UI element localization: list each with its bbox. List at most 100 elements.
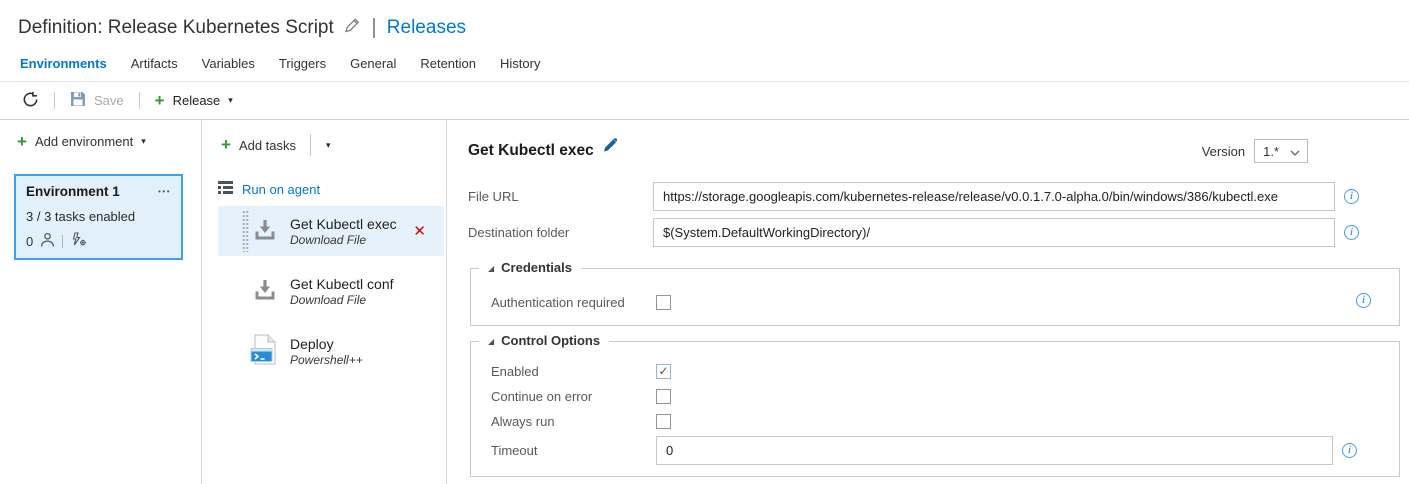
task-item-deploy[interactable]: Deploy Powershell++ <box>218 326 444 376</box>
task-type: Download File <box>290 233 397 247</box>
release-label: Release <box>173 93 221 108</box>
timeout-row: Timeout i <box>471 436 1399 465</box>
always-run-label: Always run <box>491 414 656 429</box>
control-options-section: ◢ Control Options Enabled ✓ Continue on … <box>470 341 1400 477</box>
info-icon[interactable]: i <box>1344 225 1359 240</box>
save-label: Save <box>94 93 124 108</box>
task-name: Deploy <box>290 336 363 352</box>
download-file-icon <box>253 278 277 304</box>
authentication-required-checkbox[interactable] <box>656 295 671 310</box>
task-editor-title: Get Kubectl exec <box>468 142 594 160</box>
add-tasks-split-button: + Add tasks ▾ <box>221 134 446 156</box>
environment-name: Environment 1 <box>26 184 120 199</box>
page-header: Definition: Release Kubernetes Script Re… <box>0 0 1409 82</box>
authentication-required-label: Authentication required <box>491 295 656 310</box>
destination-folder-row: Destination folder i <box>468 218 1409 247</box>
info-icon[interactable]: i <box>1342 443 1357 458</box>
tab-general[interactable]: General <box>350 56 396 71</box>
tab-retention[interactable]: Retention <box>420 56 476 71</box>
plus-icon: + <box>17 135 27 149</box>
run-on-agent-group[interactable]: Run on agent <box>218 181 446 197</box>
chevron-down-icon: ▾ <box>228 96 233 105</box>
info-icon[interactable]: i <box>1356 293 1371 308</box>
plus-icon: + <box>155 94 165 108</box>
environments-panel: + Add environment ▾ Environment 1 ••• 3 … <box>0 120 202 484</box>
control-options-title: Control Options <box>501 333 600 348</box>
info-icon[interactable]: i <box>1344 189 1359 204</box>
task-item-get-kubectl-exec[interactable]: Get Kubectl exec Download File ✕ <box>218 206 444 256</box>
meta-divider <box>62 235 63 248</box>
task-item-get-kubectl-conf[interactable]: Get Kubectl conf Download File <box>218 266 444 316</box>
title-row: Definition: Release Kubernetes Script Re… <box>18 14 1409 42</box>
timeout-label: Timeout <box>491 443 656 458</box>
check-icon: ✓ <box>658 365 668 377</box>
add-environment-label: Add environment <box>35 134 133 149</box>
add-tasks-label: Add tasks <box>239 138 296 153</box>
more-options-icon[interactable]: ••• <box>158 187 171 196</box>
tasks-panel: + Add tasks ▾ Run on agent <box>202 120 447 484</box>
task-name: Get Kubectl exec <box>290 216 397 232</box>
edit-definition-name-icon[interactable] <box>343 16 361 37</box>
download-file-icon <box>253 218 277 244</box>
split-button-divider <box>310 134 311 156</box>
run-on-agent-label: Run on agent <box>242 182 320 197</box>
drag-handle[interactable] <box>242 210 249 252</box>
collapse-section-icon: ◢ <box>488 264 494 273</box>
tab-triggers[interactable]: Triggers <box>279 56 326 71</box>
version-value: 1.* <box>1263 144 1279 159</box>
save-icon <box>70 91 86 110</box>
refresh-button[interactable] <box>22 91 39 111</box>
destination-folder-input[interactable] <box>653 218 1335 247</box>
always-run-row: Always run <box>471 414 1399 429</box>
task-text: Deploy Powershell++ <box>290 336 363 367</box>
approvals-count: 0 <box>26 234 33 249</box>
credentials-section: ◢ Credentials Authentication required i <box>470 268 1400 326</box>
environment-card[interactable]: Environment 1 ••• 3 / 3 tasks enabled 0 <box>14 174 183 260</box>
file-url-input[interactable] <box>653 182 1335 211</box>
edit-task-name-icon[interactable] <box>602 137 618 156</box>
tab-variables[interactable]: Variables <box>202 56 255 71</box>
remove-task-icon[interactable]: ✕ <box>413 222 426 240</box>
add-tasks-button[interactable]: + Add tasks <box>221 138 296 153</box>
enabled-row: Enabled ✓ <box>471 364 1399 379</box>
tab-history[interactable]: History <box>500 56 540 71</box>
agent-phase-icon <box>218 181 233 197</box>
releases-link[interactable]: Releases <box>387 17 466 39</box>
definition-tabs: Environments Artifacts Variables Trigger… <box>0 56 1409 81</box>
release-button[interactable]: + Release ▾ <box>155 93 233 108</box>
toolbar: Save + Release ▾ <box>0 82 1409 120</box>
collapse-section-icon: ◢ <box>488 337 494 346</box>
task-type: Powershell++ <box>290 353 363 367</box>
continue-on-error-label: Continue on error <box>491 389 656 404</box>
tab-environments[interactable]: Environments <box>20 56 107 71</box>
task-type: Download File <box>290 293 394 307</box>
refresh-icon <box>22 91 39 111</box>
deployment-conditions-icon[interactable] <box>70 232 87 250</box>
version-label: Version <box>1202 144 1245 159</box>
enabled-checkbox[interactable]: ✓ <box>656 364 671 379</box>
task-text: Get Kubectl conf Download File <box>290 276 394 307</box>
timeout-input[interactable] <box>656 436 1333 465</box>
add-environment-button[interactable]: + Add environment ▾ <box>17 134 201 149</box>
enabled-label: Enabled <box>491 364 656 379</box>
continue-on-error-row: Continue on error <box>471 389 1399 404</box>
save-button[interactable]: Save <box>70 91 124 110</box>
task-editor-header: Get Kubectl exec Version 1.* <box>468 136 1409 166</box>
always-run-checkbox[interactable] <box>656 414 671 429</box>
page-title: Definition: Release Kubernetes Script <box>18 17 334 39</box>
task-text: Get Kubectl exec Download File <box>290 216 397 247</box>
title-divider <box>373 18 375 38</box>
chevron-down-icon[interactable]: ▾ <box>320 137 337 154</box>
credentials-section-header[interactable]: ◢ Credentials <box>479 260 581 275</box>
file-url-label: File URL <box>468 189 653 204</box>
continue-on-error-checkbox[interactable] <box>656 389 671 404</box>
version-select[interactable]: 1.* <box>1254 139 1308 163</box>
environment-meta-row: 0 <box>26 232 171 250</box>
authentication-required-row: Authentication required <box>471 269 1399 310</box>
control-options-section-header[interactable]: ◢ Control Options <box>479 333 609 348</box>
main-content: + Add environment ▾ Environment 1 ••• 3 … <box>0 120 1409 484</box>
approvers-icon[interactable] <box>40 232 55 250</box>
credentials-title: Credentials <box>501 260 572 275</box>
plus-icon: + <box>221 138 231 152</box>
tab-artifacts[interactable]: Artifacts <box>131 56 178 71</box>
